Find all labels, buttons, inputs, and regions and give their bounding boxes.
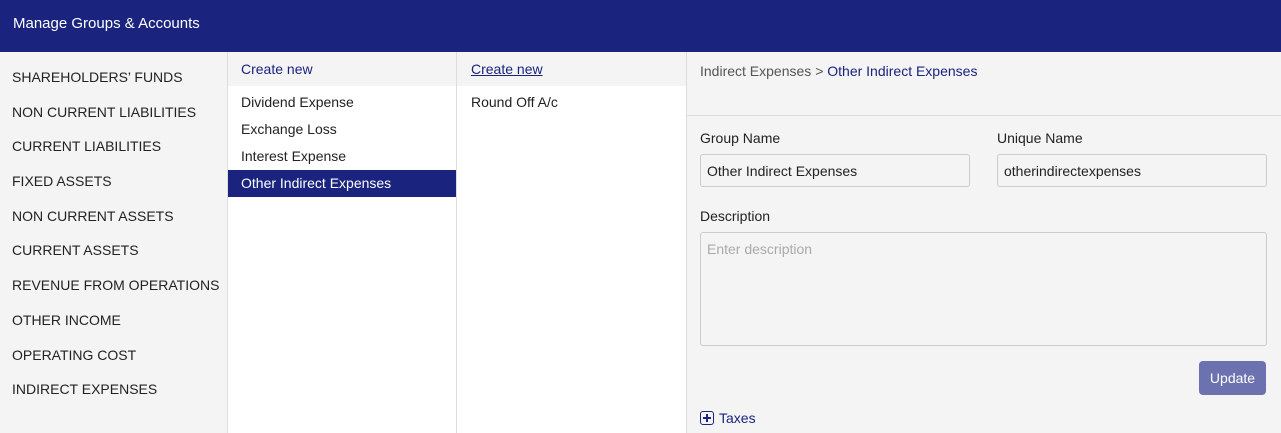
subgroup-item-selected[interactable]: Other Indirect Expenses (228, 170, 456, 197)
group-item[interactable]: SHAREHOLDERS’ FUNDS (0, 60, 227, 95)
account-item[interactable]: Round Off A/c (457, 89, 686, 116)
plus-square-icon (700, 411, 714, 425)
unique-name-label: Unique Name (997, 130, 1083, 146)
group-item[interactable]: INDIRECT EXPENSES (0, 372, 227, 407)
subgroups-column: Create new Dividend Expense Exchange Los… (228, 52, 457, 433)
group-name-label: Group Name (700, 130, 781, 146)
create-subgroup-link[interactable]: Create new (228, 52, 456, 86)
update-button[interactable]: Update (1199, 361, 1266, 395)
create-account-label: Create new (471, 61, 543, 77)
detail-panel: Indirect Expenses > Other Indirect Expen… (687, 52, 1281, 433)
groups-column: SHAREHOLDERS’ FUNDS NON CURRENT LIABILIT… (0, 52, 228, 433)
breadcrumb-parent[interactable]: Indirect Expenses (700, 63, 811, 79)
taxes-toggle[interactable]: Taxes (700, 410, 756, 426)
group-item[interactable]: FIXED ASSETS (0, 164, 227, 199)
group-item[interactable]: CURRENT LIABILITIES (0, 129, 227, 164)
unique-name-field[interactable]: otherindirectexpenses (997, 154, 1267, 187)
accounts-column: Create new Round Off A/c (457, 52, 687, 433)
group-item[interactable]: NON CURRENT LIABILITIES (0, 95, 227, 130)
subgroup-item[interactable]: Interest Expense (228, 143, 456, 170)
description-field[interactable]: Enter description (700, 232, 1267, 346)
create-subgroup-label: Create new (241, 61, 313, 77)
group-item[interactable]: OTHER INCOME (0, 303, 227, 338)
description-label: Description (700, 208, 771, 224)
group-item[interactable]: OPERATING COST (0, 338, 227, 373)
taxes-label: Taxes (719, 410, 756, 426)
app-header: Manage Groups & Accounts (0, 0, 1281, 52)
breadcrumb-current: Other Indirect Expenses (827, 63, 978, 79)
group-item[interactable]: CURRENT ASSETS (0, 233, 227, 268)
subgroup-item[interactable]: Dividend Expense (228, 89, 456, 116)
subgroup-item[interactable]: Exchange Loss (228, 116, 456, 143)
divider (687, 115, 1281, 116)
group-item[interactable]: REVENUE FROM OPERATIONS (0, 268, 227, 303)
breadcrumb: Indirect Expenses > Other Indirect Expen… (700, 63, 977, 79)
group-item[interactable]: NON CURRENT ASSETS (0, 199, 227, 234)
breadcrumb-separator: > (815, 63, 824, 79)
group-name-field[interactable]: Other Indirect Expenses (700, 154, 970, 187)
create-account-link[interactable]: Create new (457, 52, 686, 86)
app-title: Manage Groups & Accounts (13, 15, 200, 32)
